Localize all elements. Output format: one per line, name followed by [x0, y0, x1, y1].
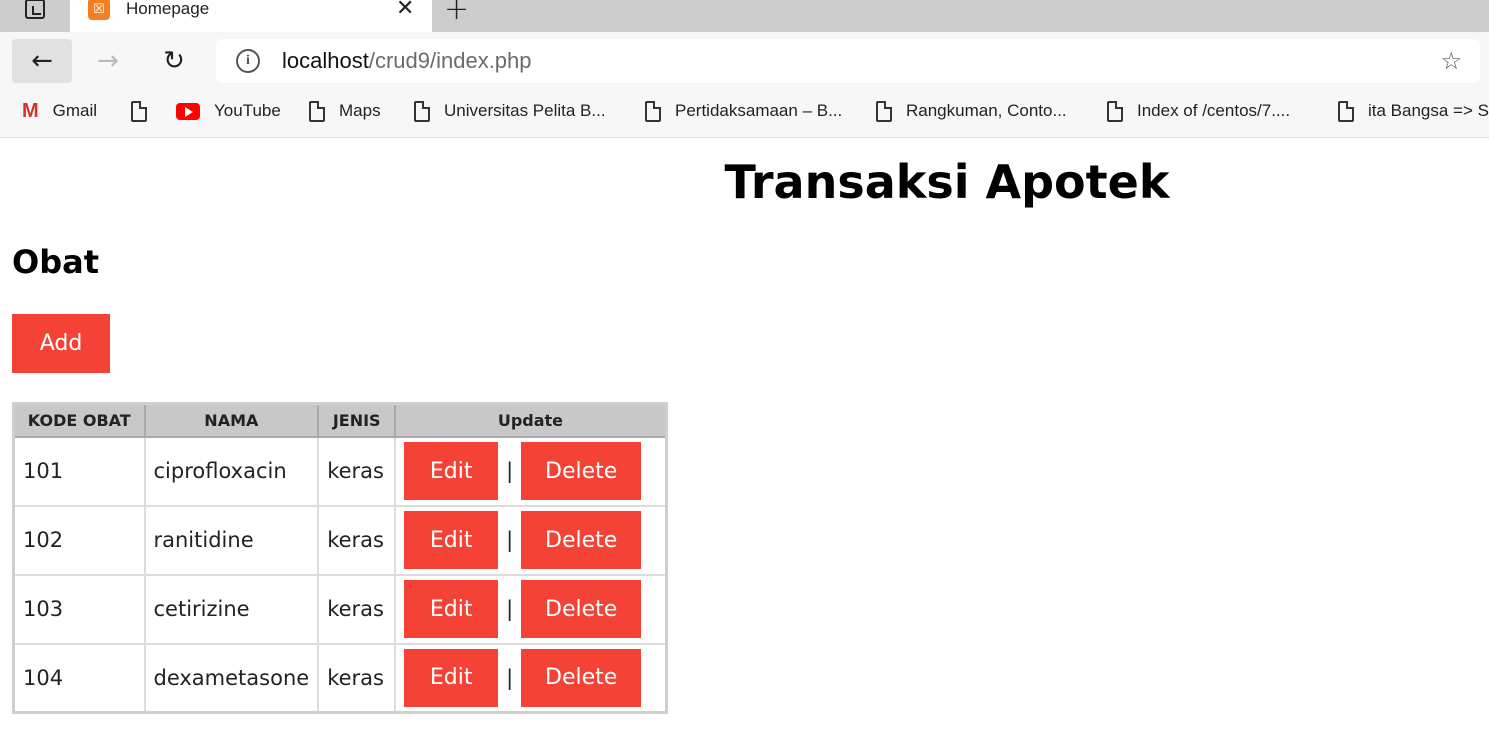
reload-icon: ↻: [163, 46, 185, 76]
header-kode-obat: KODE OBAT: [12, 402, 146, 438]
cell-update: Edit | Delete: [394, 435, 668, 507]
tab-bar: ☒ Homepage ✕ +: [0, 0, 1489, 32]
bookmark-label: Pertidaksamaan – B...: [675, 101, 843, 120]
bookmark-label: Index of /centos/7....: [1137, 101, 1291, 120]
page-icon: [414, 100, 430, 122]
forward-button[interactable]: →: [78, 39, 138, 83]
cell-jenis: keras: [317, 642, 397, 714]
reload-button[interactable]: ↻: [144, 39, 204, 83]
cell-nama: ciprofloxacin: [143, 435, 320, 507]
cell-update: Edit | Delete: [394, 642, 668, 714]
bookmark-label: Maps: [339, 101, 381, 120]
separator: |: [506, 459, 514, 483]
page-title: Transaksi Apotek: [724, 155, 1170, 209]
address-bar[interactable]: i localhost/crud9/index.php ☆: [216, 39, 1480, 83]
xampp-icon: ☒: [88, 0, 110, 20]
url-path: /crud9/index.php: [368, 48, 532, 73]
separator: |: [506, 597, 514, 621]
bookmarks-bar: M Gmail YouTube Maps Universitas Pelita …: [0, 92, 1489, 138]
edit-button[interactable]: Edit: [404, 442, 499, 500]
page-icon: [876, 100, 892, 122]
delete-button[interactable]: Delete: [521, 442, 642, 500]
header-update: Update: [394, 402, 668, 438]
close-icon[interactable]: ✕: [396, 0, 414, 21]
cell-kode: 104: [12, 642, 146, 714]
cell-jenis: keras: [317, 573, 397, 645]
separator: |: [506, 528, 514, 552]
arrow-left-icon: ←: [31, 46, 53, 76]
table-header-row: KODE OBAT NAMA JENIS Update: [12, 402, 668, 438]
bookmark-pertidaksamaan[interactable]: Pertidaksamaan – B...: [645, 92, 842, 130]
url-text[interactable]: localhost/crud9/index.php: [282, 48, 532, 74]
obat-table: KODE OBAT NAMA JENIS Update 101 ciproflo…: [12, 402, 668, 714]
new-tab-icon[interactable]: +: [444, 0, 469, 26]
bookmark-label: YouTube: [214, 101, 281, 120]
cell-kode: 103: [12, 573, 146, 645]
table-row: 101 ciprofloxacin keras Edit | Delete: [12, 435, 668, 507]
page-icon: [131, 100, 147, 122]
cell-kode: 102: [12, 504, 146, 576]
back-button[interactable]: ←: [12, 39, 72, 83]
table-row: 102 ranitidine keras Edit | Delete: [12, 504, 668, 576]
navigation-bar: ← → ↻ i localhost/crud9/index.php ☆: [0, 32, 1489, 92]
cell-update: Edit | Delete: [394, 504, 668, 576]
bookmark-blank[interactable]: [131, 92, 161, 130]
bookmark-index-centos[interactable]: Index of /centos/7....: [1107, 92, 1290, 130]
gmail-icon: M: [22, 99, 39, 122]
url-host: localhost: [282, 48, 369, 73]
section-title: Obat: [12, 243, 99, 281]
bookmark-maps[interactable]: Maps: [309, 92, 381, 130]
page-icon: [645, 100, 661, 122]
table-row: 103 cetirizine keras Edit | Delete: [12, 573, 668, 645]
bookmark-gmail[interactable]: M Gmail: [22, 92, 97, 130]
edit-button[interactable]: Edit: [404, 580, 499, 638]
tab-title: Homepage: [126, 0, 210, 18]
edit-button[interactable]: Edit: [404, 511, 499, 569]
cell-kode: 101: [12, 435, 146, 507]
cell-nama: cetirizine: [143, 573, 320, 645]
bookmark-label: ita Bangsa => S: [1368, 101, 1489, 120]
delete-button[interactable]: Delete: [521, 511, 642, 569]
delete-button[interactable]: Delete: [521, 580, 642, 638]
edit-button[interactable]: Edit: [404, 648, 499, 707]
cell-update: Edit | Delete: [394, 573, 668, 645]
cell-jenis: keras: [317, 504, 397, 576]
info-icon[interactable]: i: [236, 49, 260, 73]
separator: |: [506, 665, 514, 690]
cell-nama: dexametasone: [143, 642, 320, 714]
page-icon: [1107, 100, 1123, 122]
page-icon: [309, 100, 325, 122]
cell-jenis: keras: [317, 435, 397, 507]
page-icon: [1338, 100, 1354, 122]
bookmark-pelita-bangsa[interactable]: ita Bangsa => S: [1338, 92, 1489, 130]
delete-button[interactable]: Delete: [521, 648, 642, 707]
bookmark-rangkuman[interactable]: Rangkuman, Conto...: [876, 92, 1067, 130]
arrow-right-icon: →: [97, 46, 119, 76]
add-button[interactable]: Add: [12, 314, 110, 373]
bookmark-label: Universitas Pelita B...: [444, 101, 606, 120]
header-jenis: JENIS: [317, 402, 397, 438]
bookmark-label: Gmail: [52, 101, 98, 120]
add-favorite-icon[interactable]: ☆: [1440, 47, 1462, 75]
youtube-icon: [176, 102, 200, 120]
browser-tab[interactable]: ☒ Homepage ✕: [70, 0, 432, 32]
page-content: Transaksi Apotek Obat Add KODE OBAT NAMA…: [0, 139, 1489, 736]
tab-actions-icon: [25, 0, 45, 19]
bookmark-universitas[interactable]: Universitas Pelita B...: [414, 92, 606, 130]
tab-actions-button[interactable]: [0, 0, 70, 32]
table-row: 104 dexametasone keras Edit | Delete: [12, 642, 668, 714]
bookmark-youtube[interactable]: YouTube: [176, 92, 281, 130]
header-nama: NAMA: [143, 402, 320, 438]
bookmark-label: Rangkuman, Conto...: [906, 101, 1067, 120]
cell-nama: ranitidine: [143, 504, 320, 576]
